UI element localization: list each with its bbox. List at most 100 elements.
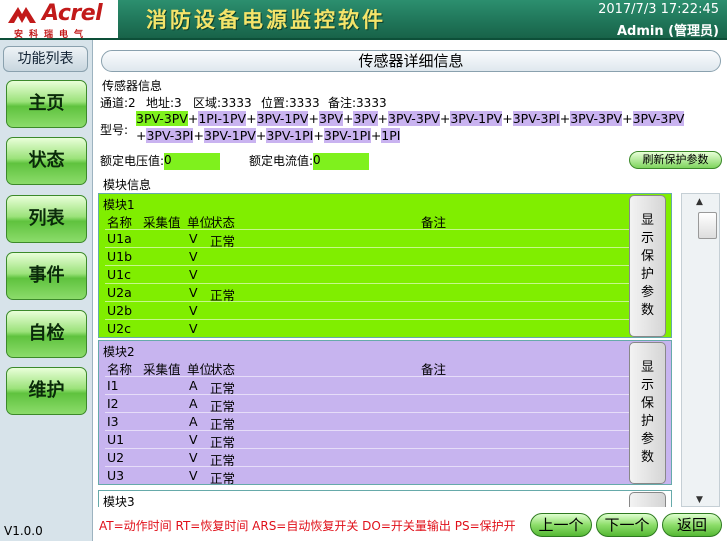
cell-name: U1c xyxy=(107,267,131,282)
button-char: 数 xyxy=(640,450,654,465)
model-token: 3PV-1PI xyxy=(323,128,371,143)
refresh-protection-button[interactable]: 刷新保护参数 xyxy=(629,151,722,169)
remark-value: 备注:3333 xyxy=(328,96,387,110)
logo-subtitle: 安科瑞电气 xyxy=(14,30,90,40)
app-title: 消防设备电源监控软件 xyxy=(146,8,386,32)
cell-name: U2a xyxy=(107,285,132,300)
cell-unit: A xyxy=(189,378,198,393)
show-protection-params-button[interactable] xyxy=(629,492,666,507)
channel-value: 通道:2 xyxy=(100,96,136,110)
model-token: 3PV-1PI xyxy=(266,128,314,143)
show-protection-params-button[interactable]: 显示保护参数 xyxy=(629,195,666,337)
model-token: + xyxy=(246,111,257,126)
model-token: 3PV-1PV xyxy=(203,128,256,143)
next-button[interactable]: 下一个 xyxy=(596,513,658,537)
table-row: I2 A 正常 xyxy=(107,395,631,414)
button-char: 保 xyxy=(640,249,654,264)
table-row: U3 V 正常 xyxy=(107,467,631,486)
scroll-down-icon[interactable]: ▼ xyxy=(696,495,703,505)
abbreviation-legend: AT=动作时间 RT=恢复时间 ARS=自动恢复开关 DO=开关量输出 PS=保… xyxy=(99,519,516,533)
nav-list-button[interactable]: 列表 xyxy=(6,195,87,243)
nav-status-button[interactable]: 状态 xyxy=(6,137,87,185)
cell-name: U2 xyxy=(107,450,125,465)
model-token: + xyxy=(193,128,204,143)
model-token: 3PV xyxy=(353,111,378,126)
rated-voltage-field: 0 xyxy=(164,153,221,170)
button-char: 示 xyxy=(640,378,654,393)
prev-button[interactable]: 上一个 xyxy=(530,513,592,537)
datetime: 2017/7/3 17:22:45 xyxy=(598,2,719,17)
model-token: 3PV-3PV xyxy=(388,111,440,126)
nav-maintenance-button[interactable]: 维护 xyxy=(6,367,87,415)
model-token: + xyxy=(313,128,324,143)
table-row: U1b V xyxy=(107,248,631,266)
button-char: 护 xyxy=(640,414,654,429)
sensor-section-label: 传感器信息 xyxy=(102,79,163,93)
cell-unit: V xyxy=(189,231,198,246)
model-label: 型号: xyxy=(100,123,129,137)
back-button[interactable]: 返回 xyxy=(662,513,722,537)
cell-state: 正常 xyxy=(210,471,236,486)
cell-name: I1 xyxy=(107,378,119,393)
scroll-up-icon[interactable]: ▲ xyxy=(696,197,703,207)
model-token: 1PI xyxy=(381,128,401,143)
model-token: + xyxy=(308,111,319,126)
module-panel: 模块1 名称 采集值 单位 状态 备注 U1a V 正常 U1b V U1c V U2a V 正常 U2b V U2… xyxy=(98,193,672,338)
model-token: 3PV-3PV xyxy=(570,111,623,126)
acrel-logo-icon xyxy=(8,7,36,23)
table-row: U2a V 正常 xyxy=(107,284,631,303)
version-label: V1.0.0 xyxy=(4,524,43,538)
model-token: + xyxy=(136,128,147,143)
cell-name: I3 xyxy=(107,414,119,429)
cell-name: U2b xyxy=(107,303,133,318)
sidebar: 功能列表 主页 状态 列表 事件 自检 维护 V1.0.0 xyxy=(0,40,93,541)
cell-unit: V xyxy=(189,468,198,483)
logo-text: Acrel xyxy=(42,1,103,26)
address-value: 地址:3 xyxy=(146,96,182,110)
cell-unit: A xyxy=(189,396,198,411)
model-token: + xyxy=(342,111,354,126)
scroll-thumb[interactable] xyxy=(698,212,717,239)
model-token: 3PV-1PV xyxy=(450,111,503,126)
table-row: U1a V 正常 xyxy=(107,230,631,249)
model-token: 3PV-1PV xyxy=(256,111,309,126)
cell-unit: V xyxy=(189,267,198,282)
show-protection-params-button[interactable]: 显示保护参数 xyxy=(629,342,666,484)
button-char: 参 xyxy=(640,432,654,447)
sensor-info-panel: 传感器信息 通道:2 地址:3 区域:3333 位置:3333 备注:3333 … xyxy=(98,77,722,173)
cell-name: U1a xyxy=(107,231,132,246)
table-row: U2b V xyxy=(107,302,631,320)
cell-unit: V xyxy=(189,321,198,336)
cell-name: I2 xyxy=(107,396,119,411)
model-token: + xyxy=(187,111,199,126)
table-row: U2 V 正常 xyxy=(107,449,631,468)
model-token: 3PV-3PV xyxy=(632,111,685,126)
nav-events-button[interactable]: 事件 xyxy=(6,252,87,300)
model-token: 3PV-3PI xyxy=(146,128,194,143)
table-row: U2c V xyxy=(107,320,631,338)
cell-name: U3 xyxy=(107,468,125,483)
button-char: 示 xyxy=(640,231,654,246)
model-token: + xyxy=(255,128,267,143)
button-char: 护 xyxy=(640,267,654,282)
button-char: 显 xyxy=(640,213,654,228)
module-panel: 模块3 xyxy=(98,490,672,507)
nav-selfcheck-button[interactable]: 自检 xyxy=(6,310,87,358)
model-token: + xyxy=(502,111,513,126)
module-scrollbar[interactable]: ▲ ▼ xyxy=(681,193,720,507)
model-token: 3PV xyxy=(318,111,343,126)
model-token: + xyxy=(559,111,571,126)
rated-voltage-caption: 额定电压值: xyxy=(100,154,165,168)
rated-voltage-label: 额定电压值:0 xyxy=(100,152,221,170)
logo: Acrel 安科瑞电气 xyxy=(0,0,118,40)
cell-name: U1b xyxy=(107,249,133,264)
table-header-row: 名称 采集值 单位 状态 备注 xyxy=(107,358,631,377)
app-header: Acrel 安科瑞电气 消防设备电源监控软件 2017/7/3 17:22:45… xyxy=(0,0,727,40)
cell-unit: V xyxy=(189,450,198,465)
button-char: 保 xyxy=(640,396,654,411)
button-char: 数 xyxy=(640,303,654,318)
table-row: I3 A 正常 xyxy=(107,413,631,432)
nav-home-button[interactable]: 主页 xyxy=(6,80,87,128)
rated-current-label: 额定电流值:0 xyxy=(249,152,370,170)
page-title: 传感器详细信息 xyxy=(101,50,721,72)
